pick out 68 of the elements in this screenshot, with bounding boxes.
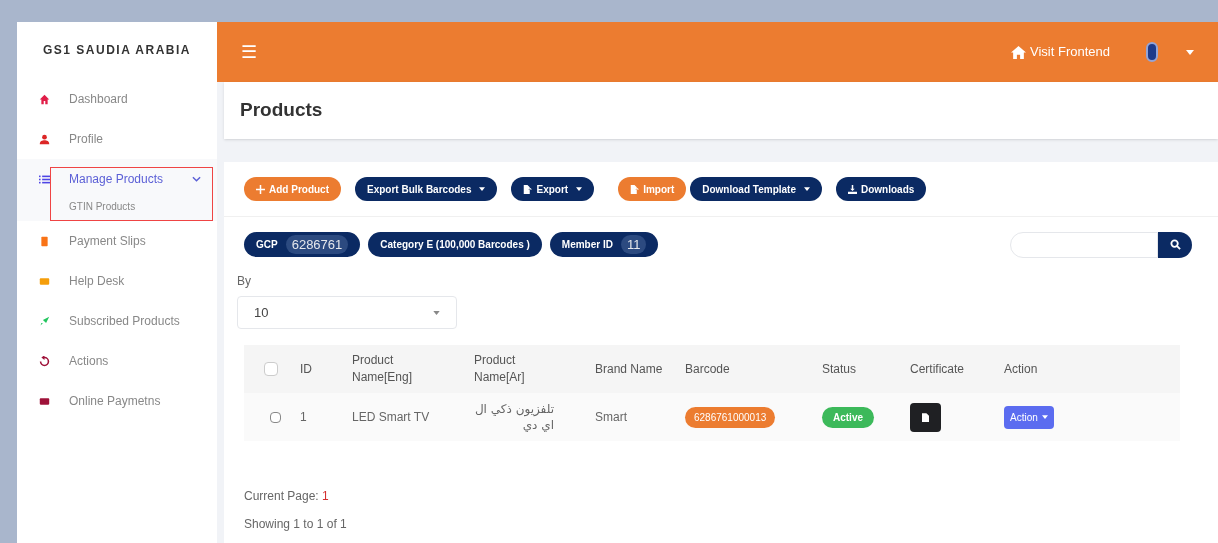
brand-title: GS1 SAUDIA ARABIA [42, 42, 192, 59]
caret-icon [479, 187, 486, 191]
caret-icon [1041, 415, 1048, 419]
barcode-badge: 6286761000013 [685, 406, 776, 428]
select-all-checkbox[interactable] [264, 362, 278, 376]
column-header: Status [822, 360, 858, 378]
action-button[interactable]: Action [1004, 405, 1054, 429]
sidebar-item[interactable]: Profile [17, 119, 217, 159]
menu-button[interactable]: ☰ [241, 38, 257, 66]
certificate-button[interactable] [910, 402, 941, 432]
sidebar-item[interactable]: Online Paymetns [17, 381, 217, 421]
toolbar-button[interactable]: Downloads [836, 177, 927, 201]
toolbar-button[interactable]: Add Product [244, 177, 341, 201]
per-page-label: By [237, 273, 252, 290]
list-icon [39, 173, 50, 185]
table-cell: LED Smart TV [352, 410, 430, 424]
toolbar-button[interactable]: Download Template [690, 177, 822, 201]
download-icon [848, 184, 857, 194]
status-badge: Active [822, 406, 874, 428]
column-header: Barcode [685, 360, 731, 378]
table-cell: تلفزيون ذكي ال اي دي [474, 401, 554, 433]
per-page-select[interactable]: 10 [237, 296, 457, 329]
card-icon [39, 395, 50, 407]
file-icon [523, 184, 533, 194]
caret-icon [576, 187, 583, 191]
home-icon [1011, 45, 1027, 59]
caret-icon[interactable] [1186, 49, 1194, 55]
visit-frontend-link[interactable]: Visit Frontend [1011, 42, 1110, 62]
history-icon [39, 355, 50, 367]
column-header: Product Name[Eng] [352, 352, 414, 386]
caret-icon [804, 187, 810, 191]
table-cell: 1 [300, 410, 307, 424]
sidebar-item[interactable]: Payment Slips [17, 221, 217, 261]
toolbar-button[interactable]: Export Bulk Barcodes [355, 177, 498, 201]
column-header: ID [300, 360, 313, 378]
search-icon [1169, 239, 1181, 250]
sidebar-item[interactable]: Help Desk [17, 261, 217, 301]
rocket-icon [39, 315, 50, 327]
table-cell: Smart [595, 410, 627, 424]
search-field[interactable] [1010, 231, 1158, 258]
file-icon [922, 412, 929, 422]
plus-icon [256, 184, 265, 194]
current-page-text: Current Page: 1 [244, 488, 330, 505]
info-badge: Category E (100,000 Barcodes ) [368, 232, 542, 257]
toolbar-button[interactable]: Import [618, 177, 687, 201]
row-checkbox[interactable] [270, 411, 281, 423]
column-header: Action [1004, 360, 1039, 378]
column-header: Product Name[Ar] [474, 352, 526, 386]
page-title: Products [240, 98, 323, 123]
toolbar-button[interactable]: Export [511, 177, 595, 201]
search-button[interactable] [1158, 231, 1192, 258]
info-badge: GCP 6286761 [244, 232, 361, 257]
user-icon [39, 133, 50, 145]
sidebar-item[interactable]: Dashboard [17, 79, 217, 119]
avatar-icon[interactable] [1146, 42, 1158, 62]
ticket-icon [39, 275, 50, 287]
showing-text: Showing 1 to 1 of 1 [244, 516, 348, 533]
info-badge: Member ID 11 [549, 232, 659, 257]
sidebar-item[interactable]: Subscribed Products [17, 301, 217, 341]
column-header: Certificate [910, 360, 966, 378]
submenu-item[interactable]: GTIN Products [17, 199, 217, 221]
home-icon [39, 93, 50, 105]
slip-icon [39, 235, 50, 247]
file-icon [630, 184, 640, 194]
column-header: Brand Name [595, 360, 664, 378]
sidebar-item[interactable]: Manage Products [17, 159, 217, 199]
sidebar-item[interactable]: Actions [17, 341, 217, 381]
caret-icon [433, 310, 440, 315]
